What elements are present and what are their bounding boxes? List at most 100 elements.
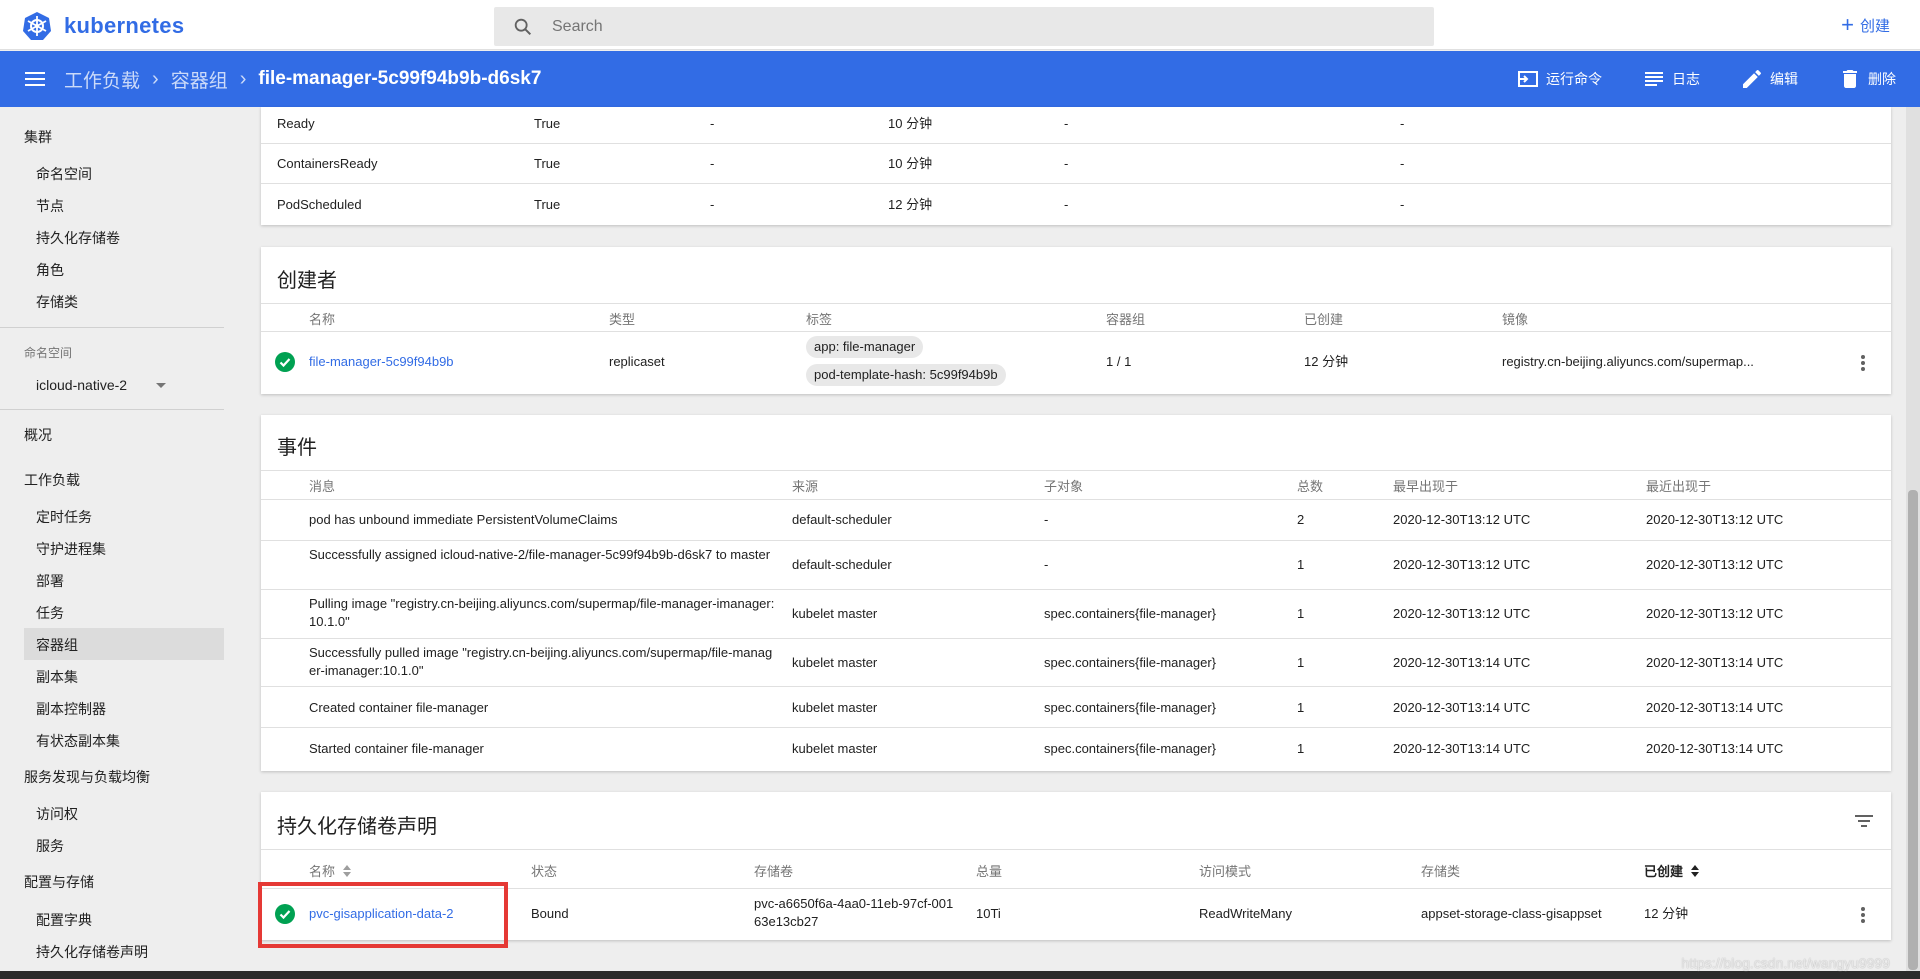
header-image: 镜像 (1502, 312, 1529, 327)
sidebar-item-namespaces[interactable]: 命名空间 (36, 164, 92, 184)
sidebar-item-persistent-volumes[interactable]: 持久化存储卷 (36, 228, 120, 248)
label-chip: app: file-manager (806, 336, 924, 358)
event-count: 1 (1297, 700, 1305, 715)
pvc-title: 持久化存储卷声明 (277, 816, 437, 838)
event-message: Successfully pulled image "registry.cn-b… (309, 645, 773, 678)
more-vert-icon[interactable] (1853, 905, 1873, 925)
condition-type: Ready (277, 116, 315, 131)
header-created: 已创建 (1644, 864, 1684, 879)
logo[interactable]: kubernetes (22, 11, 184, 41)
sidebar-item-nodes[interactable]: 节点 (36, 196, 64, 216)
event-last-seen: 2020-12-30T13:14 UTC (1646, 741, 1784, 756)
header-name: 名称 (309, 312, 336, 327)
plus-icon: + (1841, 12, 1854, 37)
condition-message: - (1400, 197, 1405, 212)
dropdown-arrow-icon (156, 382, 166, 388)
event-source: kubelet master (792, 741, 878, 756)
edit-button[interactable]: 编辑 (1740, 67, 1798, 91)
sidebar-item-storage-classes[interactable]: 存储类 (36, 292, 78, 312)
header-created-sortable[interactable]: 已创建 (1644, 861, 1701, 880)
search-input[interactable] (552, 17, 1392, 36)
scrollbar-thumb[interactable] (1908, 490, 1918, 970)
event-message: pod has unbound immediate PersistentVolu… (309, 512, 618, 527)
event-subobject: spec.containers{file-manager} (1044, 606, 1216, 621)
logs-icon (1645, 72, 1663, 86)
header-pods: 容器组 (1106, 312, 1146, 327)
exec-button[interactable]: 运行命令 (1516, 67, 1602, 91)
menu-icon[interactable] (24, 68, 46, 90)
event-last-seen: 2020-12-30T13:14 UTC (1646, 700, 1784, 715)
sidebar-item-deployments[interactable]: 部署 (36, 571, 64, 591)
condition-reason: - (1064, 116, 1069, 131)
toolbar-actions: 运行命令 日志 编辑 删除 (1476, 51, 1896, 107)
filter-icon[interactable] (1853, 810, 1875, 832)
pvc-access-modes: ReadWriteMany (1199, 906, 1292, 921)
event-count: 2 (1297, 512, 1305, 527)
row-divider (261, 303, 1891, 304)
event-message: Created container file-manager (309, 700, 489, 715)
sidebar-discovery-title[interactable]: 服务发现与负载均衡 (24, 767, 150, 787)
sidebar-cluster-title[interactable]: 集群 (24, 127, 52, 147)
sidebar-item-roles[interactable]: 角色 (36, 260, 64, 280)
condition-status: True (534, 197, 561, 212)
event-first-seen: 2020-12-30T13:14 UTC (1393, 655, 1531, 670)
search-bar[interactable] (494, 7, 1434, 46)
sidebar-item-cronjobs[interactable]: 定时任务 (36, 507, 92, 527)
creator-pods: 1 / 1 (1106, 354, 1132, 369)
sidebar-item-services[interactable]: 服务 (36, 836, 64, 856)
pencil-icon (1743, 69, 1761, 88)
logs-label: 日志 (1672, 71, 1700, 87)
pvc-capacity: 10Ti (976, 906, 1001, 921)
sidebar-divider (0, 327, 224, 328)
sidebar-item-replication-controllers[interactable]: 副本控制器 (36, 699, 106, 719)
sidebar-item-replicasets[interactable]: 副本集 (36, 667, 78, 687)
creator-name-link[interactable]: file-manager-5c99f94b9b (309, 353, 454, 371)
header-status: 状态 (531, 864, 558, 879)
header-access-modes: 访问模式 (1199, 864, 1252, 879)
header-first-seen: 最早出现于 (1393, 479, 1459, 494)
sidebar-overview[interactable]: 概况 (24, 425, 52, 445)
events-card: 事件 消息 来源 子对象 总数 最早出现于 最近出现于 pod has unbo… (261, 415, 1891, 771)
sidebar: 集群 命名空间 节点 持久化存储卷 角色 存储类 命名空间 icloud-nat… (0, 107, 234, 979)
creator-created: 12 分钟 (1304, 354, 1349, 369)
sidebar-item-pvcs[interactable]: 持久化存储卷声明 (36, 942, 148, 962)
header-subobject: 子对象 (1044, 479, 1084, 494)
chevron-right-icon: › (239, 67, 247, 90)
row-divider (261, 499, 1891, 500)
sidebar-item-jobs[interactable]: 任务 (36, 603, 64, 623)
header-name-sortable[interactable]: 名称 (309, 861, 353, 880)
sidebar-item-ingresses[interactable]: 访问权 (36, 804, 78, 824)
row-divider (261, 540, 1891, 541)
event-subobject: - (1044, 512, 1049, 527)
sidebar-item-daemonsets[interactable]: 守护进程集 (36, 539, 106, 559)
sidebar-item-configmaps[interactable]: 配置字典 (36, 910, 92, 930)
row-divider (261, 331, 1891, 332)
breadcrumb-workloads[interactable]: 工作负载 (64, 66, 140, 93)
event-first-seen: 2020-12-30T13:14 UTC (1393, 700, 1531, 715)
more-vert-icon[interactable] (1853, 353, 1873, 373)
sidebar-item-pods[interactable]: 容器组 (36, 635, 78, 655)
event-last-seen: 2020-12-30T13:12 UTC (1646, 557, 1784, 572)
event-count: 1 (1297, 606, 1305, 621)
create-button[interactable]: + 创建 (1841, 14, 1890, 36)
logs-button[interactable]: 日志 (1642, 67, 1700, 91)
row-divider (261, 727, 1891, 728)
row-divider (261, 143, 1891, 144)
delete-button[interactable]: 删除 (1838, 67, 1896, 91)
breadcrumb-pods[interactable]: 容器组 (171, 66, 228, 93)
row-divider (261, 183, 1891, 184)
condition-message: - (1400, 116, 1405, 131)
pvc-storage-class: appset-storage-class-gisappset (1421, 906, 1602, 921)
top-bar: kubernetes + 创建 (0, 0, 1920, 50)
sidebar-config-title[interactable]: 配置与存储 (24, 872, 94, 892)
sidebar-item-statefulsets[interactable]: 有状态副本集 (36, 731, 120, 751)
label-chip: pod-template-hash: 5c99f94b9b (806, 364, 1006, 386)
sidebar-workloads-title[interactable]: 工作负载 (24, 470, 80, 490)
kubernetes-logo-icon (23, 12, 51, 40)
trash-icon (1843, 70, 1857, 88)
condition-probe: - (710, 197, 715, 212)
event-first-seen: 2020-12-30T13:12 UTC (1393, 512, 1531, 527)
event-source: default-scheduler (792, 557, 892, 572)
namespace-select[interactable]: icloud-native-2 (36, 377, 166, 393)
chevron-right-icon: › (152, 67, 159, 90)
